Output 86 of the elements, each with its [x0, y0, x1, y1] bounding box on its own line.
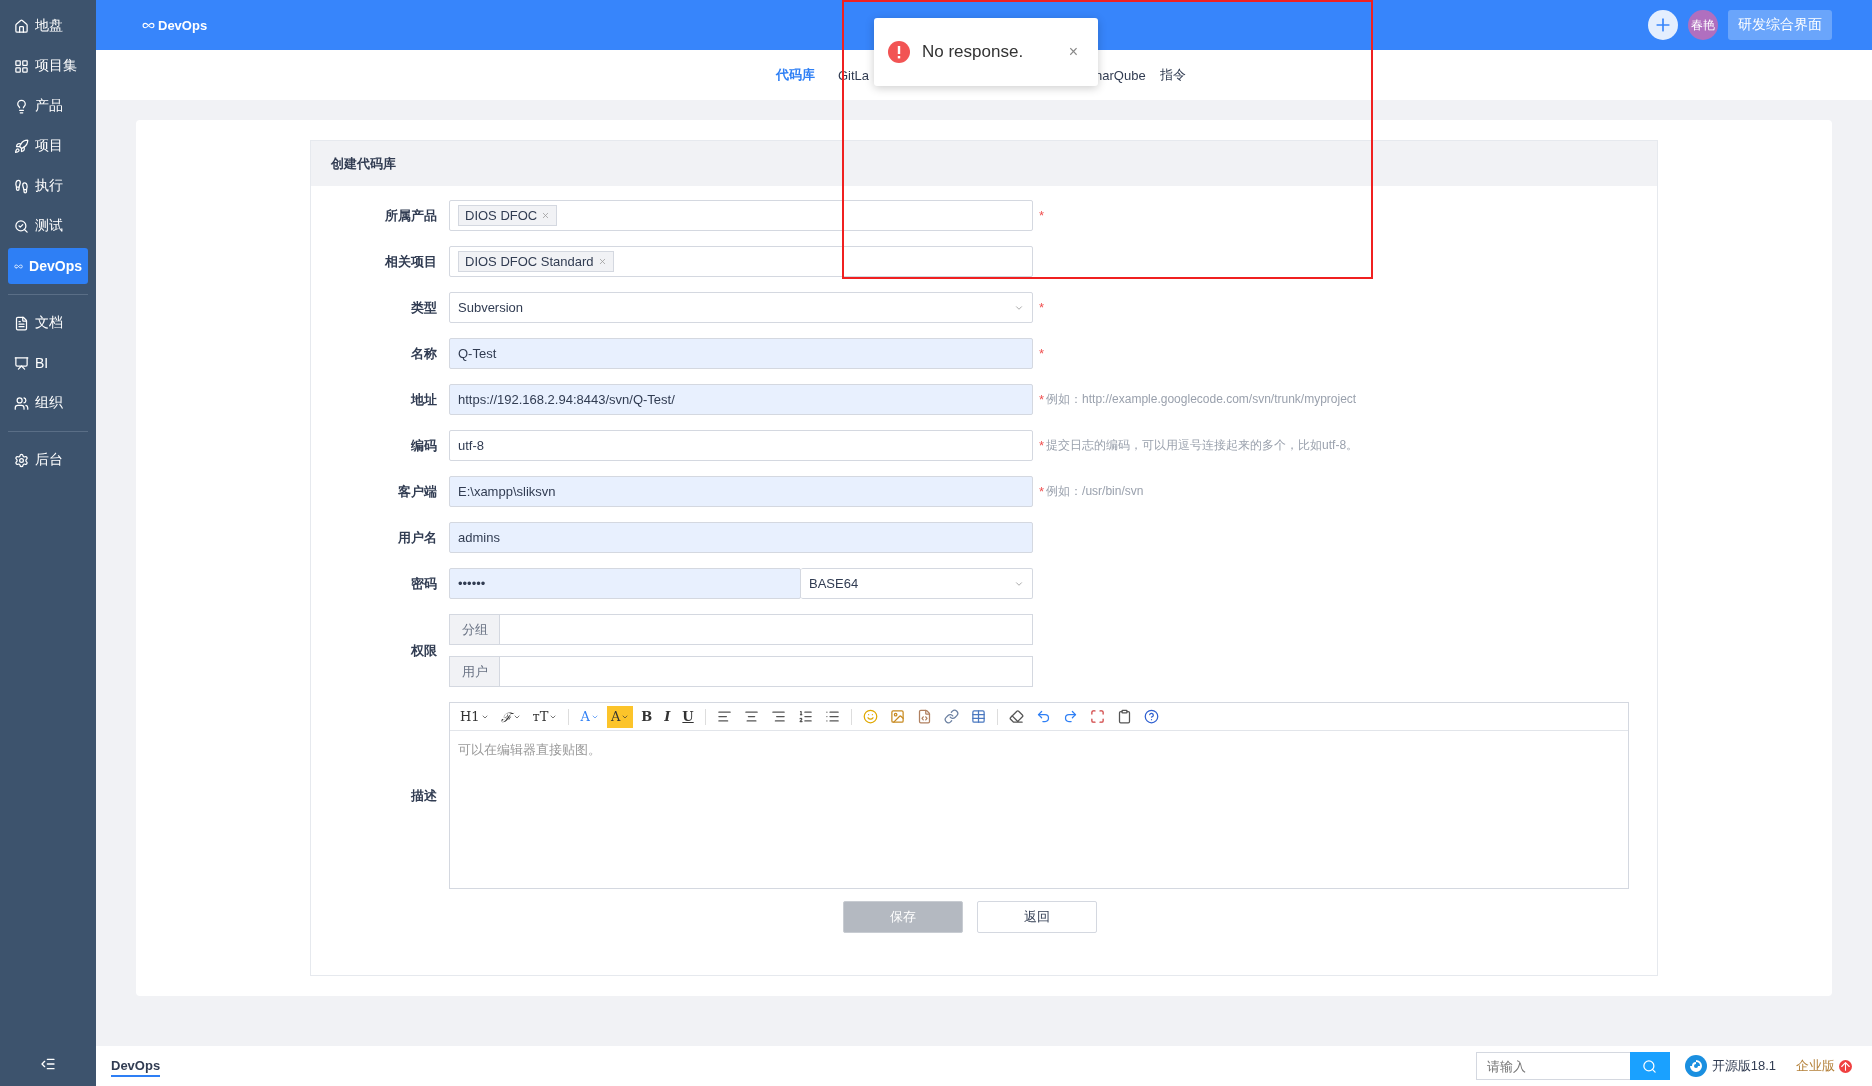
heading-button[interactable]: H1: [456, 705, 493, 728]
tag-input-field[interactable]: DIOS DFOC: [449, 200, 1033, 231]
chart-icon: [14, 355, 29, 371]
password-input-field[interactable]: ••••••: [449, 568, 801, 599]
addon-label: 分组: [450, 615, 500, 644]
document-icon: [14, 315, 29, 331]
field-label: 名称: [410, 344, 438, 363]
footer-tab[interactable]: DevOps: [111, 1055, 161, 1077]
toast-message: No response.: [922, 42, 1025, 62]
required-mark: *: [1039, 392, 1045, 407]
sidebar-item[interactable]: 执行: [8, 168, 88, 204]
rocket-icon: [14, 138, 29, 154]
tag: DIOS DFOC: [458, 205, 558, 226]
sidebar-item[interactable]: 测试: [8, 208, 88, 244]
field-label: 所属产品: [384, 206, 438, 225]
encoding-select-field[interactable]: BASE64: [801, 568, 1033, 599]
nav-tab[interactable]: 代码库: [776, 66, 815, 84]
user-avatar[interactable]: 春艳: [1688, 10, 1718, 40]
search-button[interactable]: [1629, 1052, 1670, 1080]
italic-button[interactable]: I: [660, 705, 675, 728]
text-input-field[interactable]: Q-Test: [449, 338, 1033, 369]
sidebar-item[interactable]: 文档: [8, 305, 88, 341]
back-button[interactable]: 返回: [977, 901, 1097, 933]
required-mark: *: [1039, 346, 1045, 361]
addon-label: 用户: [450, 657, 500, 686]
required-mark: *: [1039, 208, 1045, 223]
add-button[interactable]: [1648, 10, 1678, 40]
sidebar-item[interactable]: 项目: [8, 128, 88, 164]
font-color-button[interactable]: A: [576, 705, 603, 728]
permission-field[interactable]: 用户: [449, 656, 1033, 687]
upgrade-icon[interactable]: [1839, 1059, 1852, 1073]
text-input-field[interactable]: https://192.168.2.94:8443/svn/Q-Test/: [449, 384, 1033, 415]
sidebar-item[interactable]: 地盘: [8, 8, 88, 44]
footprints-icon: [14, 178, 29, 194]
field-label: 权限: [410, 641, 438, 660]
required-mark: *: [1039, 300, 1045, 315]
lightbulb-icon: [14, 98, 29, 114]
font-button[interactable]: ℱ: [496, 705, 525, 728]
tag: DIOS DFOC Standard: [458, 251, 614, 272]
required-mark: *: [1039, 484, 1045, 499]
sidebar-item[interactable]: 产品: [8, 88, 88, 124]
field-label: 用户名: [397, 528, 438, 547]
font-size-button[interactable]: ᴛT: [528, 705, 562, 728]
home-icon: [14, 18, 29, 34]
users-icon: [14, 395, 29, 411]
nav-tab[interactable]: 指令: [1159, 66, 1186, 84]
error-icon: [888, 41, 910, 63]
underline-button[interactable]: U: [678, 705, 698, 728]
field-hint: 提交日志的编码，可以用逗号连接起来的多个，比如utf-8。: [1046, 437, 1359, 454]
field-hint: 例如：http://example.googlecode.com/svn/trunk/myproject: [1046, 391, 1357, 408]
grid-icon: [14, 58, 29, 74]
field-hint: 例如：/usr/bin/svn: [1046, 483, 1144, 500]
field-label: 描述: [410, 786, 438, 805]
select-field[interactable]: Subversion: [449, 292, 1033, 323]
form-title: 创建代码库: [311, 141, 1657, 186]
sidebar-item[interactable]: BI: [8, 345, 88, 381]
search-icon: [1642, 1058, 1658, 1074]
sidebar-item[interactable]: 后台: [8, 442, 88, 478]
nav-tab[interactable]: narQube: [1095, 67, 1146, 83]
field-label: 地址: [409, 390, 438, 409]
text-input-field[interactable]: admins: [449, 522, 1033, 553]
rich-text-editor[interactable]: H1 ℱ ᴛT A A B I U 可以在编辑器直接贴图。: [449, 702, 1629, 889]
collapse-icon[interactable]: [40, 1056, 56, 1072]
search-field[interactable]: 请输入: [1475, 1052, 1630, 1080]
field-label: 相关项目: [384, 252, 438, 271]
tag-input-field[interactable]: DIOS DFOC Standard: [449, 246, 1033, 277]
logo-icon: [1683, 1054, 1708, 1078]
permission-field[interactable]: 分组: [449, 614, 1033, 645]
sidebar-item[interactable]: 项目集: [8, 48, 88, 84]
settings-icon: [14, 452, 29, 468]
sidebar-item[interactable]: 组织: [8, 385, 88, 421]
text-input-field[interactable]: utf-8: [449, 430, 1033, 461]
version-label: 开源版18.1: [1711, 1057, 1776, 1075]
bold-button[interactable]: B: [637, 705, 657, 728]
required-mark: *: [1039, 438, 1045, 453]
text-input-field[interactable]: E:\xampp\sliksvn: [449, 476, 1033, 507]
sidebar-item[interactable]: DevOps: [8, 248, 88, 284]
highlight-button[interactable]: A: [606, 705, 634, 728]
field-label: 类型: [410, 298, 438, 317]
field-label: 编码: [410, 436, 438, 455]
app-title: DevOps: [158, 17, 208, 33]
field-label: 密码: [410, 574, 438, 593]
close-button[interactable]: ×: [1062, 42, 1084, 62]
enterprise-link[interactable]: 企业版: [1796, 1057, 1835, 1075]
field-label: 客户端: [397, 482, 438, 501]
search-icon: [14, 218, 29, 234]
